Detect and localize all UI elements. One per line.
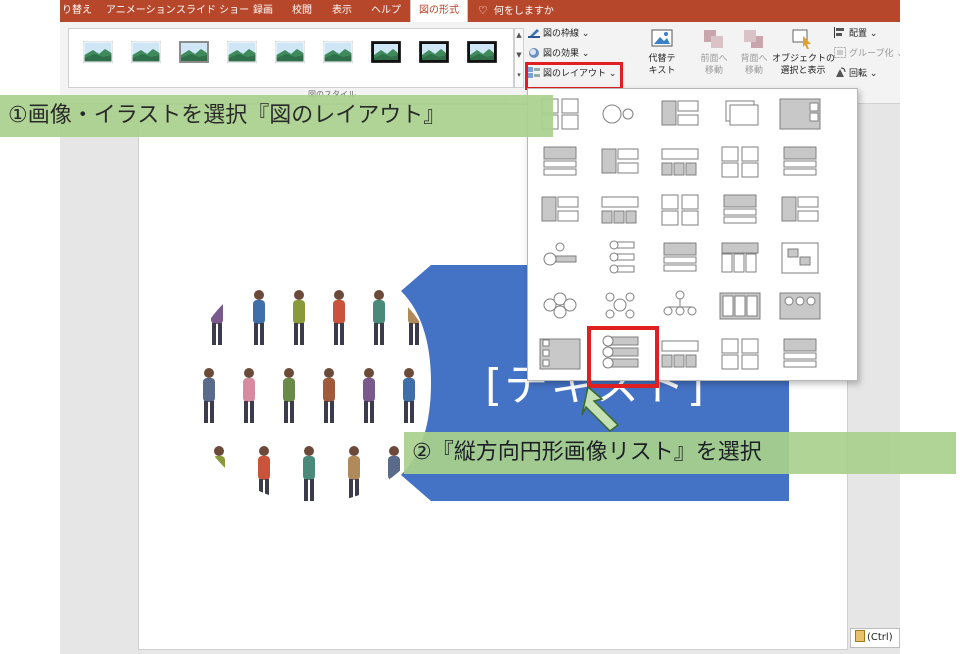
up-arrow-icon <box>581 385 620 432</box>
group-icon <box>834 47 846 58</box>
alt-text-icon <box>651 29 673 47</box>
bring-forward-icon <box>704 30 723 48</box>
group-button[interactable]: グループ化 ⌄ <box>834 46 900 62</box>
lightbulb-icon: ♡ <box>478 4 488 17</box>
scroll-up-icon[interactable]: ▲ <box>515 31 523 39</box>
layout-option-picture-grid[interactable] <box>654 93 706 135</box>
picture-style-shadow-frame[interactable] <box>179 41 209 63</box>
rotate-label: 回転 <box>849 69 868 79</box>
picture-style-reflected-soft[interactable] <box>323 41 353 63</box>
paste-options-label: (Ctrl) <box>867 632 893 643</box>
picture-style-soft-edge[interactable] <box>131 41 161 63</box>
layout-option-picture-org-chart[interactable] <box>654 285 706 327</box>
alt-text-label: 代替テ キスト <box>648 54 676 76</box>
tab-help[interactable]: ヘルプ <box>371 0 401 22</box>
effects-icon <box>529 48 539 58</box>
layout-option-titled-picture-blocks[interactable] <box>654 237 706 279</box>
clipboard-icon <box>855 630 865 642</box>
picture-effects-button[interactable]: 図の効果 ⌄ <box>528 46 589 62</box>
align-label: 配置 <box>849 29 868 39</box>
selected-layout-highlight <box>587 326 659 388</box>
layout-option-picture-accent-list[interactable] <box>714 189 766 231</box>
layout-option-accent-picture-slides[interactable] <box>774 285 826 327</box>
tab-review[interactable]: 校閲 <box>292 0 312 22</box>
picture-style-bevel-frame[interactable] <box>467 41 497 63</box>
tell-me-label: 何をしますか <box>493 6 554 17</box>
layout-option-ascending-picture-blocks[interactable] <box>714 285 766 327</box>
send-backward-button[interactable]: 背面へ 移動 <box>736 28 772 77</box>
scroll-down-icon[interactable]: ▼ <box>515 51 523 59</box>
layout-option-circle-picture-hierarchy[interactable] <box>774 237 826 279</box>
layout-option-bubble-picture-list[interactable] <box>534 237 586 279</box>
annotation-step2: ②『縦方向円形画像リスト』を選択 <box>404 432 956 474</box>
bring-forward-button[interactable]: 前面へ 移動 <box>696 28 732 77</box>
picture-style-black-frame[interactable] <box>371 41 401 63</box>
gallery-scroll[interactable]: ▲ ▼ ▾ <box>514 28 524 88</box>
layout-option-picture-table[interactable] <box>654 333 706 375</box>
layout-option-picture-caption-list[interactable] <box>654 141 706 183</box>
layout-option-circle-picture-cycle[interactable] <box>594 285 646 327</box>
layout-option-framed-text-picture[interactable] <box>654 189 706 231</box>
bring-forward-label: 前面へ 移動 <box>700 54 728 76</box>
layout-option-alternating-picture-blocks[interactable] <box>534 189 586 231</box>
layout-option-vertical-circle-list-small[interactable] <box>594 237 646 279</box>
picture-style-thick-black[interactable] <box>419 41 449 63</box>
selection-pane-icon <box>792 29 811 49</box>
group-label: グループ化 <box>849 49 894 59</box>
picture-effects-label: 図の効果 <box>543 49 580 59</box>
rotate-icon <box>836 67 846 77</box>
picture-border-label: 図の枠線 <box>543 29 580 39</box>
layout-option-horizontal-picture-list[interactable] <box>534 333 586 375</box>
pen-icon <box>528 29 540 38</box>
screenshot-stage: り替え アニメーション スライド ショー 録画 校閲 表示 ヘルプ 図の形式 ♡… <box>0 0 960 654</box>
annotation-step1: ①画像・イラストを選択『図のレイアウト』 <box>0 95 553 137</box>
ribbon-tab-bar: り替え アニメーション スライド ショー 録画 校閲 表示 ヘルプ 図の形式 ♡… <box>60 0 900 22</box>
layout-option-circular-picture-callout[interactable] <box>594 93 646 135</box>
selection-pane-button[interactable]: オブジェクトの 選択と表示 <box>772 28 836 77</box>
send-backward-label: 背面へ 移動 <box>740 54 768 76</box>
tab-slideshow[interactable]: スライド ショー <box>176 0 249 22</box>
layout-option-title-picture-blocks[interactable] <box>594 141 646 183</box>
gallery-more-icon[interactable]: ▾ <box>515 71 523 79</box>
tab-view[interactable]: 表示 <box>332 0 352 22</box>
layout-option-spiral-picture[interactable] <box>774 333 826 375</box>
paste-options-button[interactable]: (Ctrl) <box>850 628 900 648</box>
picture-styles-gallery <box>68 28 514 88</box>
layout-button-highlight <box>525 62 623 90</box>
picture-style-rounded-white[interactable] <box>227 41 257 63</box>
alt-text-button[interactable]: 代替テ キスト <box>640 28 684 77</box>
people-group <box>203 290 420 501</box>
rotate-button[interactable]: 回転 ⌄ <box>834 66 877 82</box>
align-icon <box>834 27 844 38</box>
picture-layout-gallery <box>527 88 858 381</box>
tab-picture-format[interactable]: 図の形式 <box>410 0 468 22</box>
tab-transitions[interactable]: り替え <box>62 0 92 22</box>
layout-option-hexagon-cluster[interactable] <box>534 285 586 327</box>
layout-option-bending-picture-blocks[interactable] <box>714 141 766 183</box>
layout-option-picture-frame[interactable] <box>714 93 766 135</box>
tell-me-search[interactable]: ♡ 何をしますか <box>478 0 554 22</box>
tab-record[interactable]: 録画 <box>253 0 273 22</box>
layout-option-bending-picture-accent[interactable] <box>534 141 586 183</box>
align-button[interactable]: 配置 ⌄ <box>834 26 877 42</box>
layout-option-vertical-picture-list[interactable] <box>714 333 766 375</box>
selection-pane-label: オブジェクトの 選択と表示 <box>772 54 836 76</box>
layout-option-picture-lineup[interactable] <box>594 189 646 231</box>
tab-animations[interactable]: アニメーション <box>106 0 176 22</box>
send-backward-icon <box>744 30 763 48</box>
layout-option-snapshot-picture-list[interactable] <box>774 93 826 135</box>
layout-option-titled-picture-accent[interactable] <box>714 237 766 279</box>
picture-border-button[interactable]: 図の枠線 ⌄ <box>528 26 589 42</box>
picture-style-reflected[interactable] <box>275 41 305 63</box>
layout-option-picture-accent-blocks[interactable] <box>774 141 826 183</box>
layout-option-picture-organization[interactable] <box>774 189 826 231</box>
picture-style-simple-frame[interactable] <box>83 41 113 63</box>
